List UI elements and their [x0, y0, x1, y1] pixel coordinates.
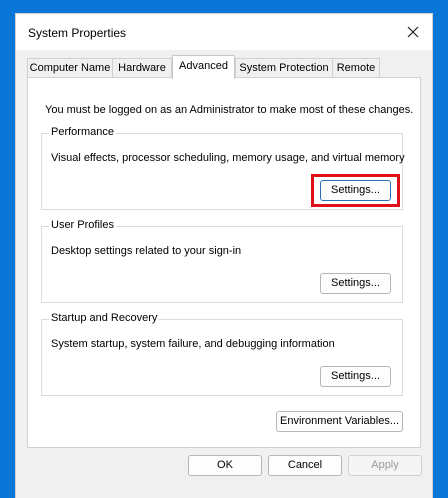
user-profiles-title: User Profiles [49, 219, 116, 231]
startup-recovery-title: Startup and Recovery [49, 312, 160, 324]
performance-group: Performance Visual effects, processor sc… [41, 126, 405, 210]
environment-variables-button[interactable]: Environment Variables... [276, 411, 403, 432]
tab-remote[interactable]: Remote [332, 58, 380, 77]
system-properties-window: System Properties Computer Name Hardware… [15, 13, 433, 498]
tab-strip: Computer Name Hardware Advanced System P… [27, 55, 423, 79]
performance-title: Performance [49, 126, 116, 138]
cancel-button[interactable]: Cancel [268, 455, 342, 476]
title-bar: System Properties [16, 14, 432, 50]
tab-system-protection[interactable]: System Protection [235, 58, 333, 77]
startup-recovery-group: Startup and Recovery System startup, sys… [41, 312, 403, 396]
tab-hardware[interactable]: Hardware [112, 58, 172, 77]
user-profiles-settings-button[interactable]: Settings... [320, 273, 391, 294]
apply-button[interactable]: Apply [348, 455, 422, 476]
performance-settings-button[interactable]: Settings... [320, 180, 391, 201]
user-profiles-group: User Profiles Desktop settings related t… [41, 219, 403, 303]
startup-recovery-description: System startup, system failure, and debu… [51, 338, 335, 350]
performance-description: Visual effects, processor scheduling, me… [51, 152, 405, 164]
window-title: System Properties [28, 26, 127, 40]
close-icon [407, 26, 419, 38]
user-profiles-description: Desktop settings related to your sign-in [51, 245, 242, 257]
close-button[interactable] [400, 20, 426, 44]
admin-note: You must be logged on as an Administrato… [45, 104, 414, 116]
advanced-tab-panel: You must be logged on as an Administrato… [27, 77, 421, 448]
tab-advanced[interactable]: Advanced [172, 55, 235, 79]
ok-button[interactable]: OK [188, 455, 262, 476]
tab-computer-name[interactable]: Computer Name [27, 58, 113, 77]
startup-recovery-settings-button[interactable]: Settings... [320, 366, 391, 387]
